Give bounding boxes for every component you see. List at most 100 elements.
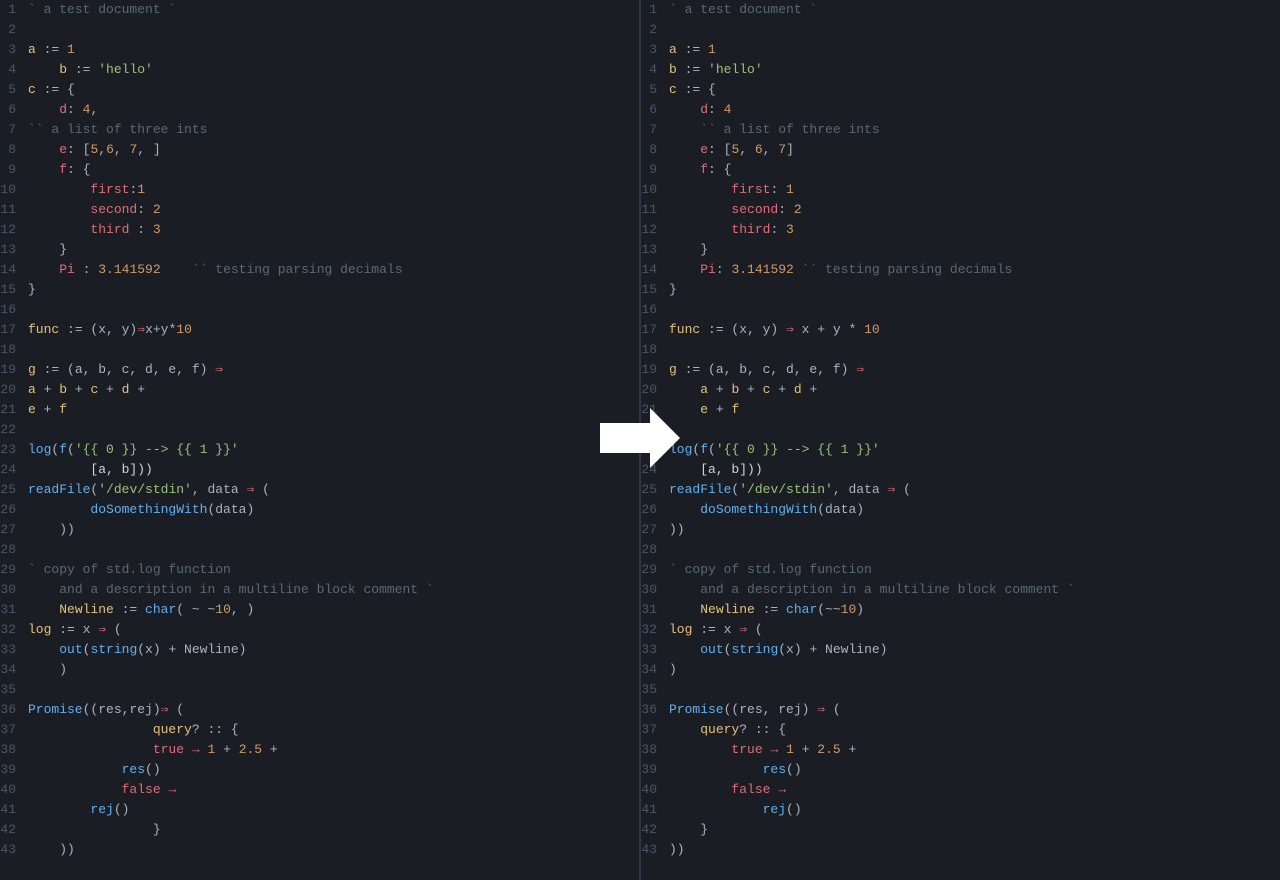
line-number: 33 [641, 640, 669, 660]
line-content: a + b + c + d + [669, 380, 1272, 400]
line-number: 1 [641, 0, 669, 20]
line-number: 10 [641, 180, 669, 200]
code-line: 21 e + f [641, 400, 1280, 420]
line-number: 39 [641, 760, 669, 780]
line-number: 7 [0, 120, 28, 140]
line-number: 16 [641, 300, 669, 320]
code-line: 4 b := 'hello' [641, 60, 1280, 80]
line-content: ` a test document ` [669, 0, 1272, 20]
code-line: 35 [641, 680, 1280, 700]
line-content: and a description in a multiline block c… [28, 580, 631, 600]
line-content: } [669, 240, 1272, 260]
code-line: 3 a := 1 [0, 40, 639, 60]
line-number: 6 [0, 100, 28, 120]
code-line: 24 [a, b])) [0, 460, 639, 480]
code-line: 43 )) [0, 840, 639, 860]
line-number: 15 [641, 280, 669, 300]
code-line: 20 a + b + c + d + [0, 380, 639, 400]
line-content: query? :: { [28, 720, 631, 740]
code-line: 14 Pi : 3.141592 `` testing parsing deci… [0, 260, 639, 280]
line-number: 30 [0, 580, 28, 600]
line-content: a := 1 [669, 40, 1272, 60]
line-number: 9 [0, 160, 28, 180]
line-content: `` a list of three ints [28, 120, 631, 140]
line-number: 35 [0, 680, 28, 700]
line-number: 26 [0, 500, 28, 520]
line-number: 37 [0, 720, 28, 740]
line-content: out(string(x) + Newline) [28, 640, 631, 660]
line-number: 8 [0, 140, 28, 160]
line-content: log(f('{{ 0 }} --> {{ 1 }}' [669, 440, 1272, 460]
line-content: f: { [669, 160, 1272, 180]
code-line: 24 [a, b])) [641, 460, 1280, 480]
code-line: 32 log := x ⇒ ( [0, 620, 639, 640]
code-line: 8 e: [5, 6, 7] [641, 140, 1280, 160]
line-content: readFile('/dev/stdin', data ⇒ ( [28, 480, 631, 500]
code-line: 36 Promise((res,rej)⇒ ( [0, 700, 639, 720]
line-content: d: 4, [28, 100, 631, 120]
line-content: [a, b])) [28, 460, 631, 480]
code-line: 28 [641, 540, 1280, 560]
line-content: ` a test document ` [28, 0, 631, 20]
arrow-indicator [600, 408, 680, 472]
line-number: 37 [641, 720, 669, 740]
line-number: 27 [0, 520, 28, 540]
code-line: 32 log := x ⇒ ( [641, 620, 1280, 640]
code-line: 19 g := (a, b, c, d, e, f) ⇒ [641, 360, 1280, 380]
line-number: 7 [641, 120, 669, 140]
left-editor-pane: 1 ` a test document ` 2 3 a := 1 4 b := … [0, 0, 639, 880]
code-line: 37 query? :: { [641, 720, 1280, 740]
line-number: 14 [641, 260, 669, 280]
code-line: 31 Newline := char(~~10) [641, 600, 1280, 620]
line-number: 9 [641, 160, 669, 180]
line-number: 5 [641, 80, 669, 100]
line-content: f: { [28, 160, 631, 180]
code-line: 9 f: { [641, 160, 1280, 180]
line-number: 4 [0, 60, 28, 80]
line-content: log := x ⇒ ( [669, 620, 1272, 640]
line-content: first: 1 [669, 180, 1272, 200]
code-line: 30 and a description in a multiline bloc… [0, 580, 639, 600]
code-line: 9 f: { [0, 160, 639, 180]
line-number: 14 [0, 260, 28, 280]
line-number: 22 [0, 420, 28, 440]
code-line: 7 `` a list of three ints [641, 120, 1280, 140]
code-line: 15 } [641, 280, 1280, 300]
line-number: 17 [641, 320, 669, 340]
line-content: true → 1 + 2.5 + [669, 740, 1272, 760]
line-number: 28 [641, 540, 669, 560]
line-number: 18 [0, 340, 28, 360]
line-number: 35 [641, 680, 669, 700]
line-content: first:1 [28, 180, 631, 200]
line-number: 10 [0, 180, 28, 200]
line-content: )) [669, 520, 1272, 540]
line-number: 11 [0, 200, 28, 220]
code-line: 42 } [0, 820, 639, 840]
code-line: 22 [641, 420, 1280, 440]
code-line: 29 ` copy of std.log function [0, 560, 639, 580]
line-content: false → [28, 780, 631, 800]
line-content: and a description in a multiline block c… [669, 580, 1272, 600]
code-line: 22 [0, 420, 639, 440]
line-number: 5 [0, 80, 28, 100]
line-content: } [28, 820, 631, 840]
line-number: 23 [0, 440, 28, 460]
code-line: 33 out(string(x) + Newline) [641, 640, 1280, 660]
line-number: 43 [0, 840, 28, 860]
line-number: 38 [0, 740, 28, 760]
code-line: 43 )) [641, 840, 1280, 860]
code-line: 34 ) [641, 660, 1280, 680]
line-number: 2 [641, 20, 669, 40]
code-line: 17 func := (x, y)⇒x+y*10 [0, 320, 639, 340]
line-number: 28 [0, 540, 28, 560]
line-number: 31 [0, 600, 28, 620]
line-number: 34 [0, 660, 28, 680]
code-line: 15 } [0, 280, 639, 300]
code-line: 12 third : 3 [0, 220, 639, 240]
code-line: 25 readFile('/dev/stdin', data ⇒ ( [0, 480, 639, 500]
code-line: 21 e + f [0, 400, 639, 420]
code-line: 34 ) [0, 660, 639, 680]
line-number: 27 [641, 520, 669, 540]
code-line: 10 first: 1 [641, 180, 1280, 200]
code-line: 11 second: 2 [0, 200, 639, 220]
